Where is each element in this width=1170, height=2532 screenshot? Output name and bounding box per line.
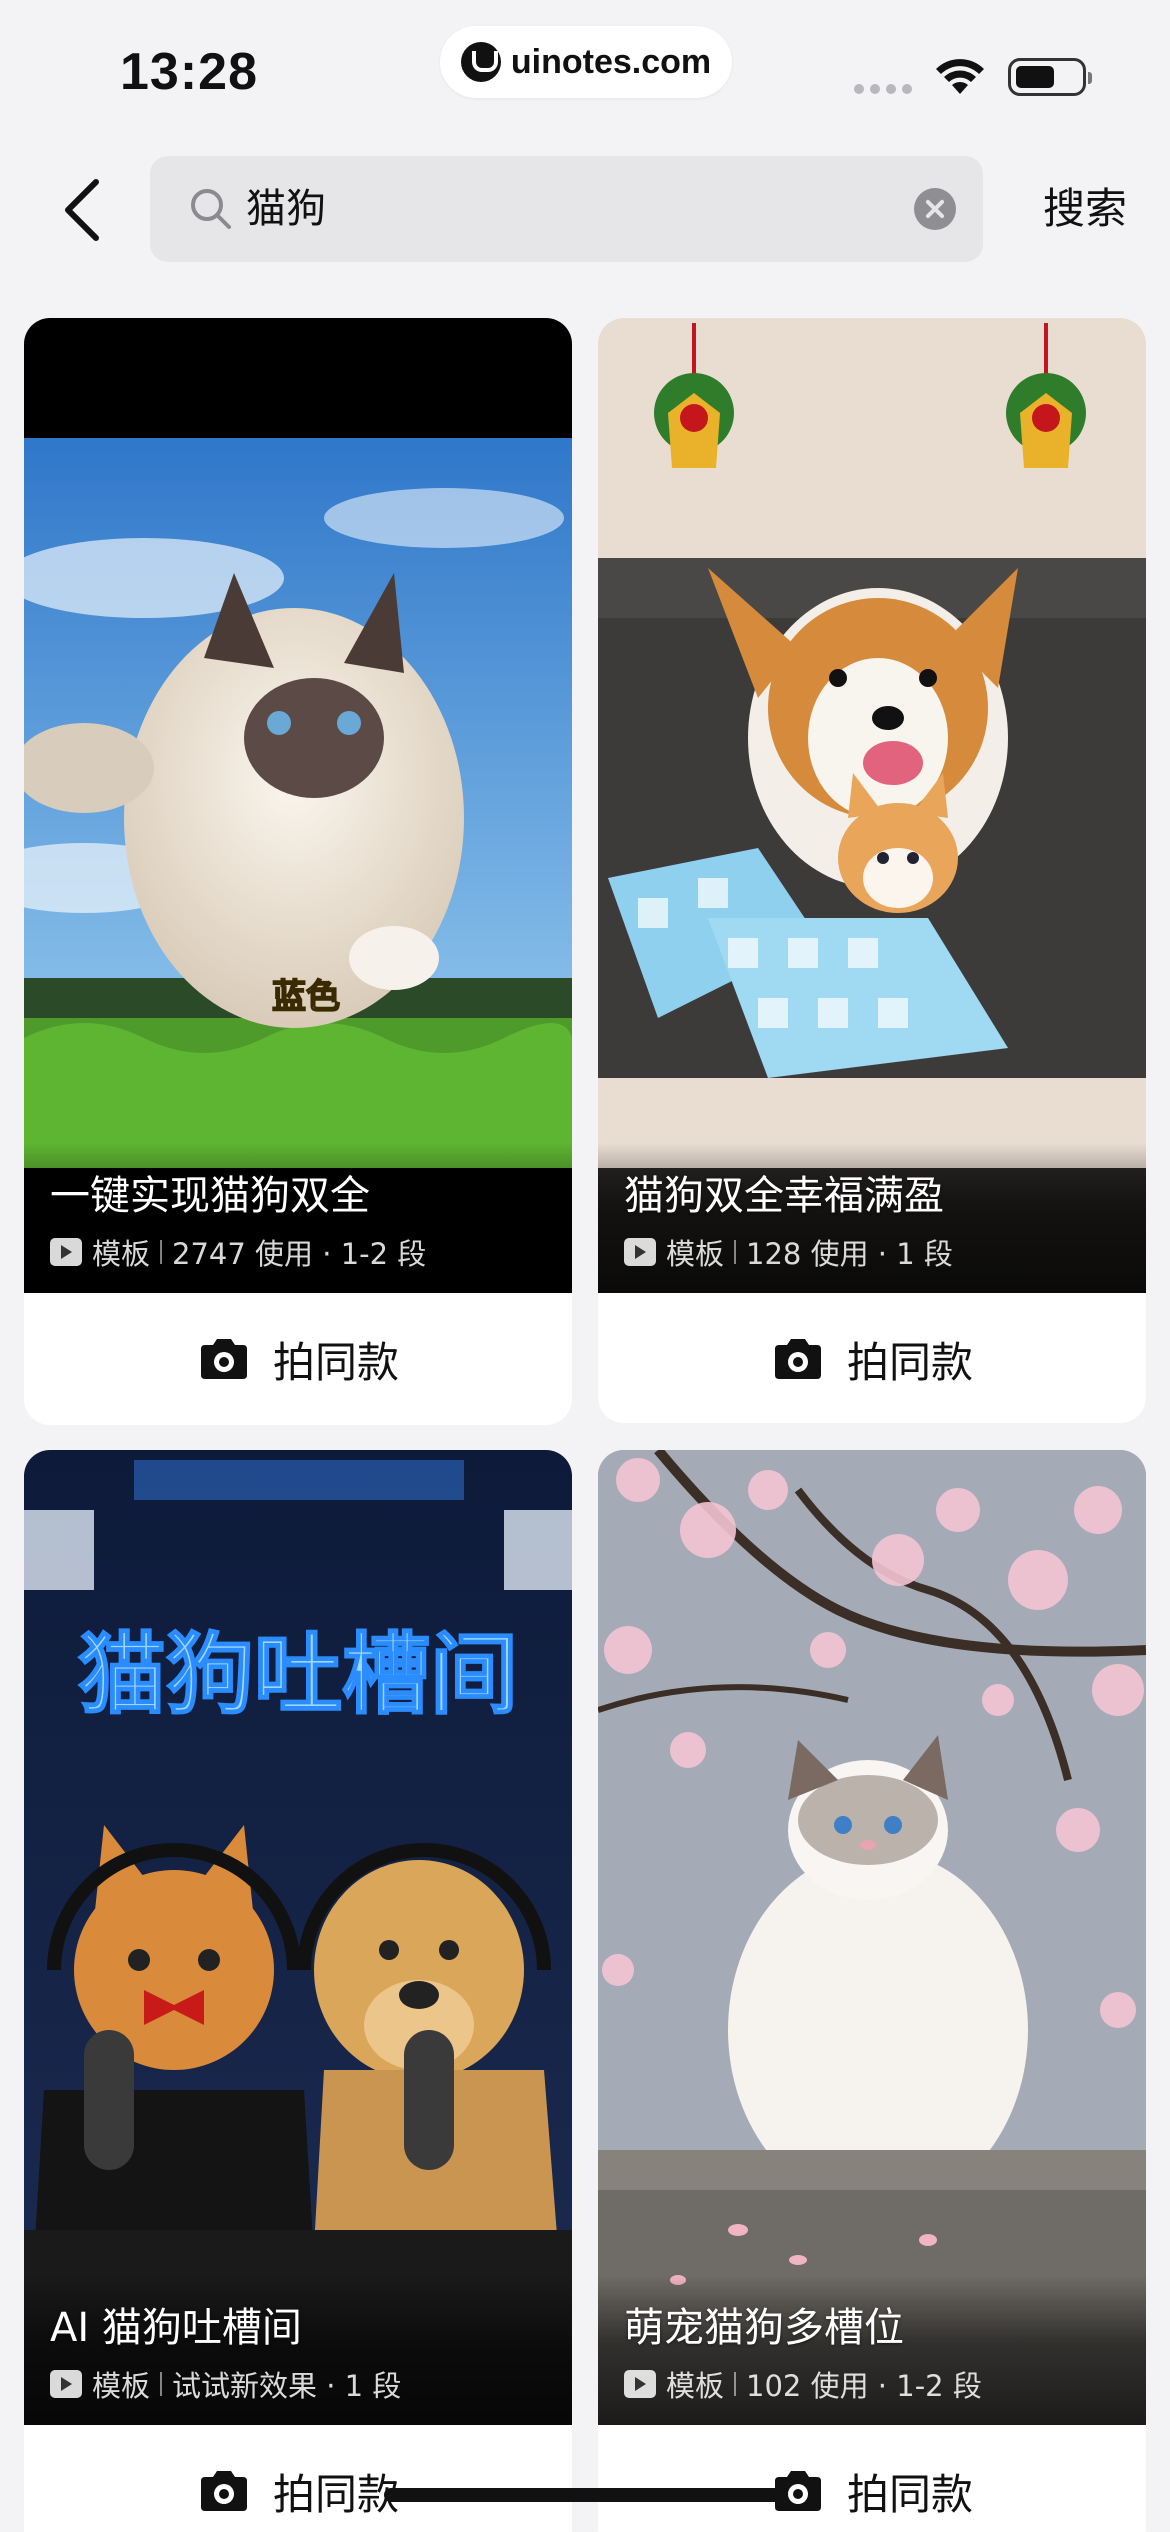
chevron-left-icon[interactable] [52,168,112,252]
template-card[interactable]: 猫狗吐槽间 AI 猫狗吐槽间 模板 试试新效果 · 1 段 拍同款 [24,1450,572,2532]
template-type-label: 模板 [92,1237,151,1271]
card-thumbnail[interactable]: 猫狗吐槽间 AI 猫狗吐槽间 模板 试试新效果 · 1 段 [24,1450,572,2425]
usage-count: 2747 使用 · 1-2 段 [172,1237,427,1271]
status-bar: 13:28 uinotes.com [0,0,1170,140]
card-meta: 模板 2747 使用 · 1-2 段 [50,1235,426,1271]
template-icon [50,2370,82,2398]
card-title: 一键实现猫狗双全 [50,1173,370,1219]
home-indicator[interactable] [384,2488,786,2502]
search-input[interactable] [246,156,866,262]
camera-icon [774,1339,821,1379]
shoot-same-button[interactable]: 拍同款 [24,2425,572,2532]
search-icon [191,189,231,229]
usage-count: 102 使用 · 1-2 段 [746,2369,982,2403]
card-thumbnail[interactable]: 猫狗双全幸福满盈 模板 128 使用 · 1 段 [598,318,1146,1293]
url-text: uinotes.com [510,42,712,81]
template-type-label: 模板 [92,2369,151,2403]
shoot-same-button[interactable]: 拍同款 [598,1293,1146,1423]
template-card[interactable]: 萌宠猫狗多槽位 模板 102 使用 · 1-2 段 拍同款 [598,1450,1146,2532]
usage-count: 128 使用 · 1 段 [746,1237,953,1271]
card-thumbnail[interactable]: 蓝色 一键实现猫狗双全 模板 2747 使用 · 1-2 段 [24,318,572,1293]
card-meta: 模板 128 使用 · 1 段 [624,1235,953,1271]
template-icon [624,1238,656,1266]
card-thumbnail[interactable]: 萌宠猫狗多槽位 模板 102 使用 · 1-2 段 [598,1450,1146,2425]
card-title: 猫狗双全幸福满盈 [624,1173,944,1219]
meta-divider [734,2372,737,2396]
shoot-same-label: 拍同款 [272,2469,399,2519]
template-type-label: 模板 [666,2369,725,2403]
shoot-same-label: 拍同款 [846,1337,973,1387]
template-type-label: 模板 [666,1237,725,1271]
card-title: 萌宠猫狗多槽位 [624,2305,904,2351]
template-card[interactable]: 蓝色 一键实现猫狗双全 模板 2747 使用 · 1-2 段 拍同款 [24,318,572,1425]
site-logo-icon [460,42,501,82]
template-card[interactable]: 猫狗双全幸福满盈 模板 128 使用 · 1 段 拍同款 [598,318,1146,1423]
shoot-same-label: 拍同款 [846,2469,973,2519]
shoot-same-button[interactable]: 拍同款 [598,2425,1146,2532]
image-caption: 蓝色 [272,977,340,1017]
meta-divider [160,1240,163,1264]
shoot-same-button[interactable]: 拍同款 [24,1293,572,1425]
clear-icon[interactable] [914,188,956,230]
camera-icon [200,1339,247,1379]
camera-icon [200,2471,247,2511]
status-time: 13:28 [120,43,258,101]
wifi-icon [936,59,984,94]
template-icon [624,2370,656,2398]
card-meta: 模板 102 使用 · 1-2 段 [624,2367,982,2403]
card-title: AI 猫狗吐槽间 [50,2305,302,2351]
search-button[interactable]: 搜索 [1020,156,1150,262]
template-icon [50,1238,82,1266]
neon-sign-text: 猫狗吐槽间 [78,1623,518,1726]
meta-divider [734,1240,737,1264]
cellular-icon [854,84,912,94]
usage-count: 试试新效果 · 1 段 [172,2369,402,2403]
card-meta: 模板 试试新效果 · 1 段 [50,2367,401,2403]
meta-divider [160,2372,163,2396]
shoot-same-label: 拍同款 [272,1337,399,1387]
url-pill[interactable]: uinotes.com [440,26,732,98]
search-bar[interactable] [150,156,983,262]
battery-icon [1008,58,1092,96]
